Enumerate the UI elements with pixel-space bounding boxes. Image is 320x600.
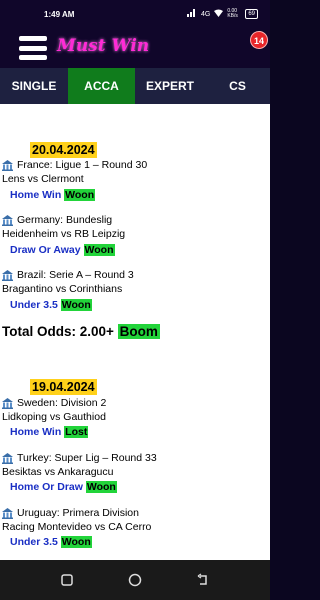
pick-line: Home Win Woon (10, 188, 96, 202)
pick-line: Home Or Draw Woon (10, 480, 117, 494)
bank-icon (2, 270, 13, 281)
pick-label: Under 3.5 (10, 536, 58, 548)
match-teams: Lidkoping vs Gauthiod (2, 411, 106, 423)
pick-label: Home Or Draw (10, 481, 83, 493)
back-icon[interactable] (196, 573, 210, 587)
bank-icon (2, 453, 13, 464)
match-teams: Racing Montevideo vs CA Cerro (2, 521, 152, 533)
home-icon[interactable] (128, 573, 142, 587)
pick-line: Home Win Lost (10, 425, 89, 439)
app-logo: Must Win (57, 36, 150, 56)
result-badge: Woon (83, 244, 115, 256)
bank-icon (2, 508, 13, 519)
status-icons: 4G 0.00 KB/s 69 (186, 8, 258, 19)
league-line: Sweden: Division 2 (2, 397, 106, 410)
result-badge: Woon (60, 299, 92, 311)
battery-icon: 69 (245, 9, 258, 19)
tab-expert[interactable]: EXPERT (135, 68, 205, 104)
result-badge: Woon (60, 536, 92, 548)
total-odds-line: Total Odds: 2.00+ Boom (2, 323, 160, 341)
recents-icon[interactable] (60, 573, 74, 587)
league-line: Germany: Bundeslig (2, 214, 112, 227)
league-name: Sweden: Division 2 (17, 397, 107, 409)
tab-acca[interactable]: ACCA (68, 68, 135, 104)
date-heading: 20.04.2024 (30, 142, 97, 158)
menu-icon[interactable] (19, 36, 47, 60)
match-teams: Heidenheim vs RB Leipzig (2, 228, 126, 240)
league-name: Uruguay: Primera Division (17, 507, 139, 519)
match-teams: Bragantino vs Corinthians (2, 283, 123, 295)
bank-icon (2, 398, 13, 409)
system-nav-bar (0, 560, 270, 600)
match-teams: Lens vs Clermont (2, 173, 84, 185)
league-name: Germany: Bundeslig (17, 214, 113, 226)
pick-label: Home Win (10, 189, 62, 201)
data-speed: 0.00 KB/s (227, 8, 238, 19)
status-bar: 1:49 AM 4G 0.00 KB/s 69 (0, 0, 270, 28)
bank-icon (2, 160, 13, 171)
pick-line: Draw Or Away Woon (10, 243, 115, 257)
result-badge: Woon (64, 189, 96, 201)
network-type: 4G (200, 10, 211, 18)
result-badge: Woon (85, 481, 117, 493)
signal-icon (186, 9, 197, 19)
tips-content[interactable]: 20.04.2024 France: Ligue 1 – Round 30 Le… (0, 104, 270, 560)
app-header: Must Win 14 (0, 28, 270, 68)
league-line: Turkey: Super Lig – Round 33 (2, 452, 157, 465)
notification-badge[interactable]: 14 (250, 31, 268, 49)
tab-single[interactable]: SINGLE (0, 68, 68, 104)
pick-line: Under 3.5 Woon (10, 298, 92, 312)
pick-label: Under 3.5 (10, 299, 58, 311)
tab-cs[interactable]: CS (205, 68, 270, 104)
match-teams: Besiktas vs Ankaragucu (2, 466, 114, 478)
pick-label: Draw Or Away (10, 244, 81, 256)
tab-bar: SINGLE ACCA EXPERT CS (0, 68, 270, 104)
league-name: France: Ligue 1 – Round 30 (17, 159, 148, 171)
league-line: Uruguay: Primera Division (2, 507, 139, 520)
pick-line: Under 3.5 Woon (10, 535, 92, 549)
total-odds-label: Total Odds: 2.00+ (2, 324, 114, 339)
league-line: France: Ligue 1 – Round 30 (2, 159, 147, 172)
pick-label: Home Win (10, 426, 62, 438)
league-name: Brazil: Serie A – Round 3 (17, 269, 134, 281)
status-time: 1:49 AM (44, 10, 75, 19)
total-result-badge: Boom (117, 324, 160, 339)
league-name: Turkey: Super Lig – Round 33 (17, 452, 157, 464)
bank-icon (2, 215, 13, 226)
date-heading: 19.04.2024 (30, 379, 97, 395)
league-line: Brazil: Serie A – Round 3 (2, 269, 134, 282)
result-badge: Lost (64, 426, 89, 438)
wifi-icon (214, 9, 224, 19)
